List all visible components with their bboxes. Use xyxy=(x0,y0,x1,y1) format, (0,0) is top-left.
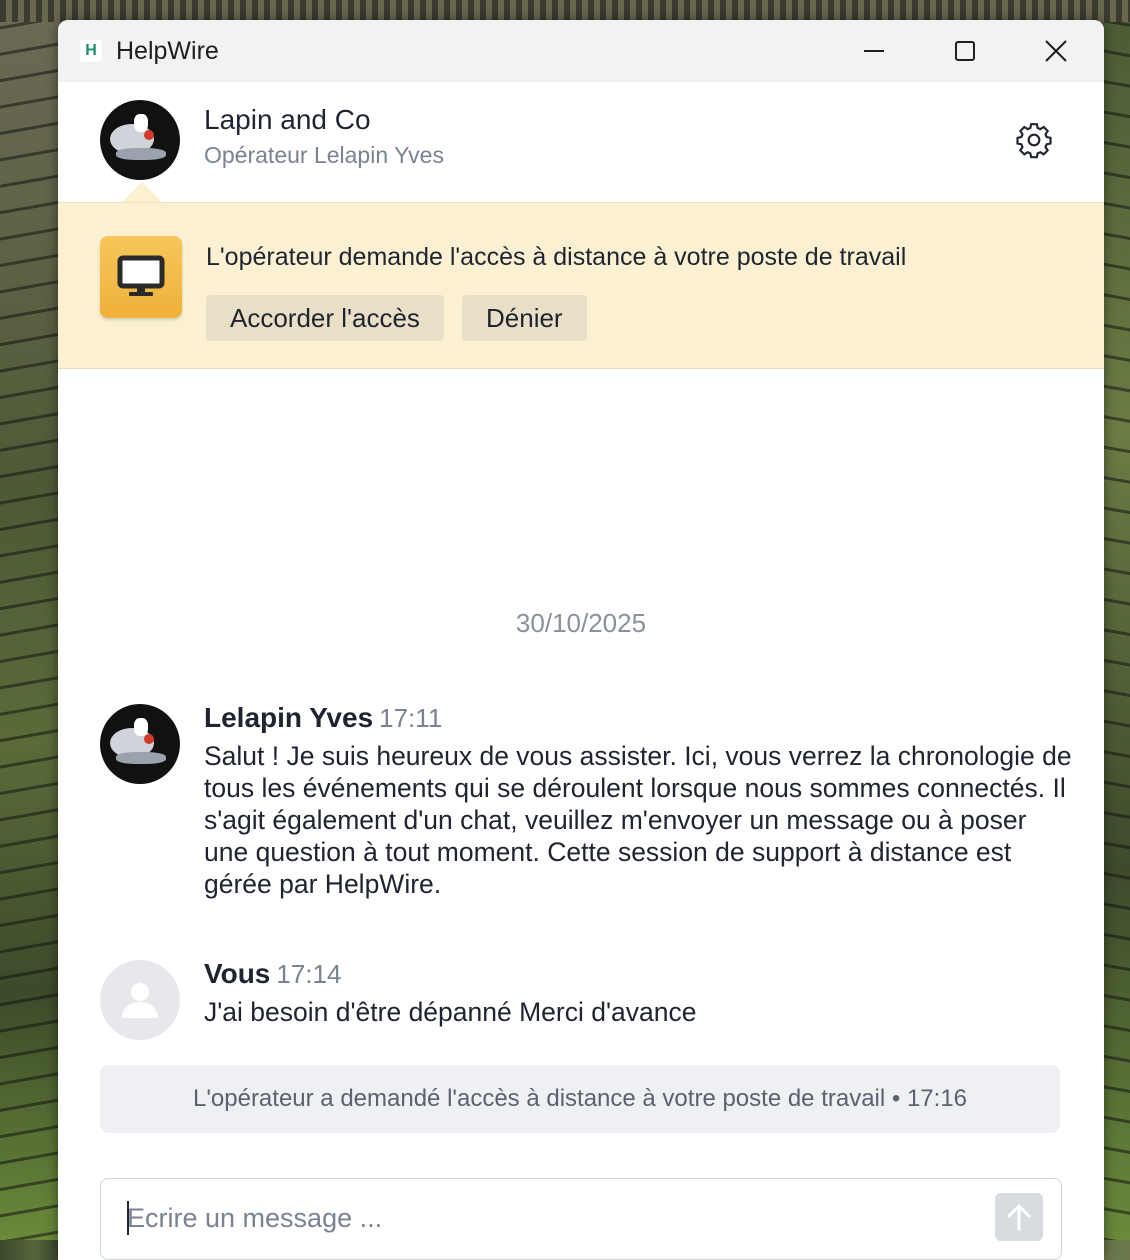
message-author: Vous 17:14 xyxy=(204,958,341,990)
operator-name: Opérateur Lelapin Yves xyxy=(204,142,444,168)
operator-avatar xyxy=(100,100,180,180)
operator-header: Lapin and Co Opérateur Lelapin Yves xyxy=(58,82,1104,202)
company-name: Lapin and Co xyxy=(204,104,371,135)
user-icon xyxy=(122,983,158,1018)
operator-avatar xyxy=(100,704,180,784)
grant-access-button[interactable]: Accorder l'accès xyxy=(206,295,444,341)
monitor-icon xyxy=(117,255,165,296)
header-pointer xyxy=(120,182,164,204)
maximize-icon xyxy=(955,41,975,61)
settings-button[interactable] xyxy=(1014,120,1054,160)
arrow-up-icon xyxy=(1007,1204,1031,1231)
app-title: HelpWire xyxy=(116,36,219,65)
access-event-notice: L'opérateur a demandé l'accès à distance… xyxy=(100,1065,1060,1133)
maximize-button[interactable] xyxy=(919,20,1011,82)
minimize-button[interactable] xyxy=(828,20,920,82)
date-separator: 30/10/2025 xyxy=(515,608,647,638)
message-input[interactable] xyxy=(125,1197,969,1239)
message-composer xyxy=(100,1178,1062,1260)
message-author: Lelapin Yves 17:11 xyxy=(204,702,442,734)
helpwire-window: H HelpWire Lapin and Co Opérateur Lelapi… xyxy=(58,20,1104,1260)
title-bar[interactable]: H HelpWire xyxy=(58,20,1104,82)
message-time: 17:11 xyxy=(379,703,443,733)
message-author-name: Lelapin Yves xyxy=(204,702,374,733)
close-icon xyxy=(1045,40,1067,62)
chat-message: Vous 17:14 J'ai besoin d'être dépanné Mer… xyxy=(58,958,1104,1040)
deny-access-button[interactable]: Dénier xyxy=(462,295,587,341)
access-request-text: L'opérateur demande l'accès à distance à… xyxy=(206,243,907,271)
message-author-name: Vous xyxy=(204,958,271,989)
access-request-banner: L'opérateur demande l'accès à distance à… xyxy=(58,202,1104,369)
user-avatar xyxy=(100,960,180,1040)
app-logo-icon: H xyxy=(80,40,102,62)
monitor-icon-tile xyxy=(100,236,182,318)
close-button[interactable] xyxy=(1010,20,1102,82)
send-button[interactable] xyxy=(995,1193,1043,1241)
desktop-background-right xyxy=(1100,0,1130,1240)
message-time: 17:14 xyxy=(276,959,342,989)
desktop-background-top xyxy=(0,0,1130,22)
message-text: Salut ! Je suis heureux de vous assister… xyxy=(204,741,1072,899)
minimize-icon xyxy=(864,50,884,52)
message-text: J'ai besoin d'être dépanné Merci d'avanc… xyxy=(204,997,697,1027)
chat-message: Lelapin Yves 17:11 Salut ! Je suis heureu… xyxy=(58,702,1104,922)
gear-icon xyxy=(1016,123,1052,159)
desktop-background-left xyxy=(0,0,60,1240)
